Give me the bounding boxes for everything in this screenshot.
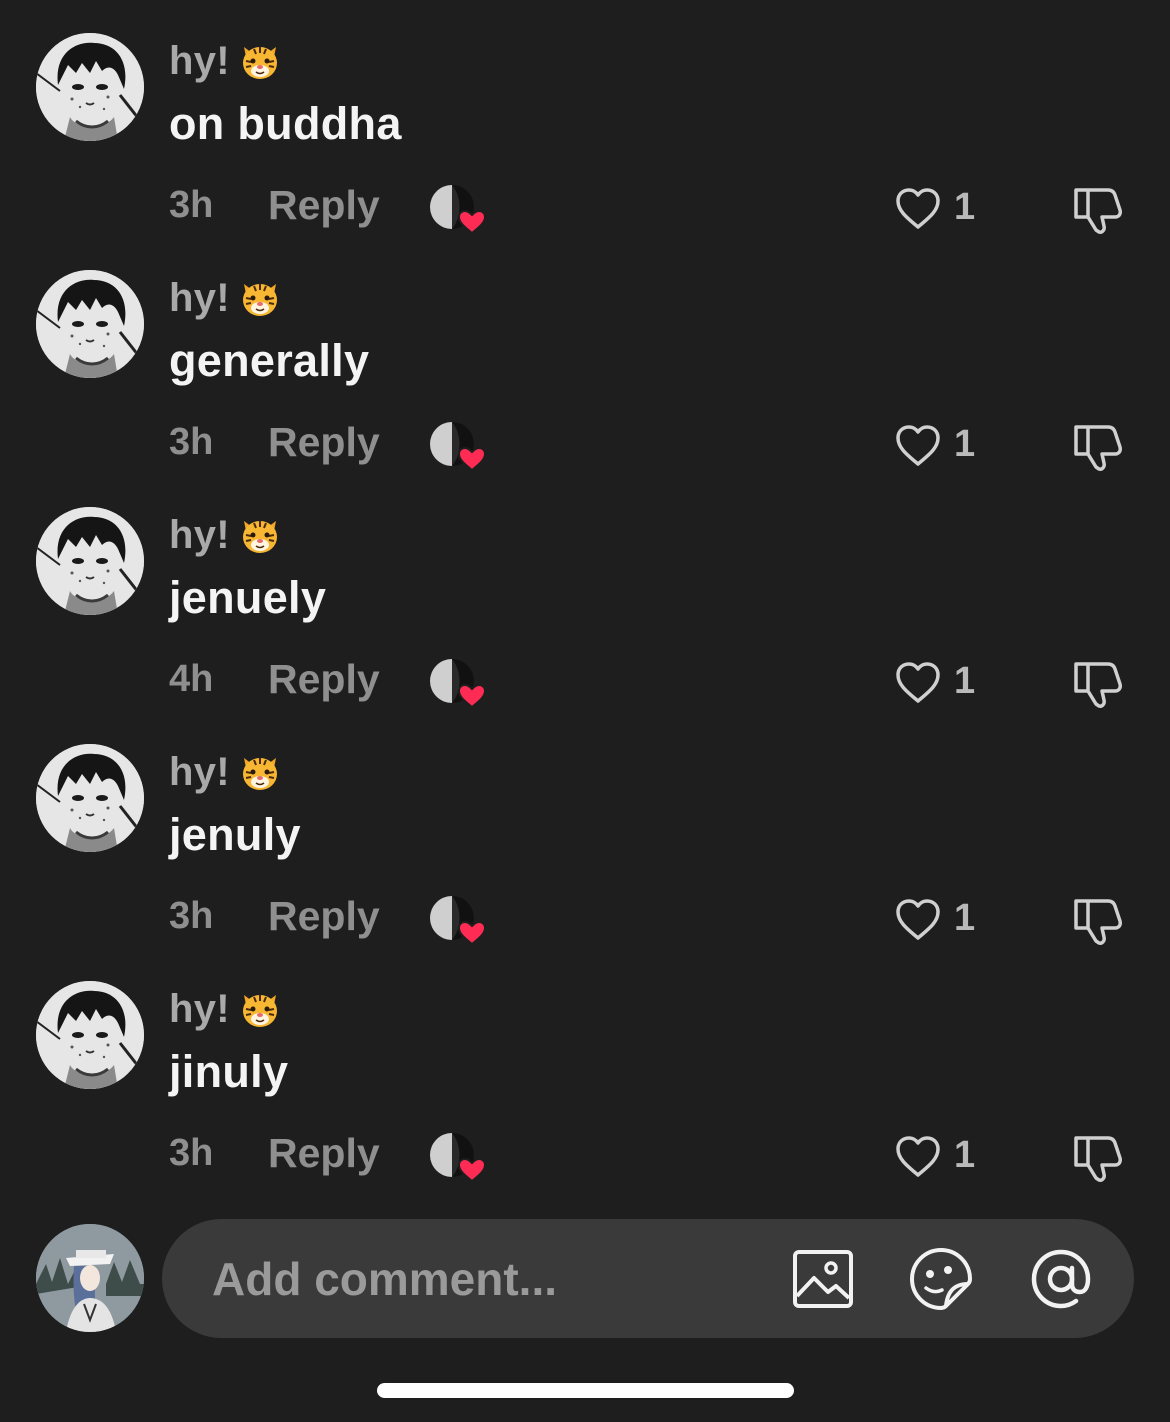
commenter-avatar[interactable] (36, 981, 144, 1089)
comment-composer (162, 1219, 1134, 1338)
username[interactable]: hy! (169, 987, 230, 1032)
image-icon[interactable] (790, 1246, 856, 1312)
dislike-button[interactable] (1068, 417, 1126, 475)
like-count: 1 (954, 423, 976, 465)
username-row: hy! (169, 984, 282, 1034)
commenter-avatar[interactable] (36, 507, 144, 615)
commenter-avatar[interactable] (36, 33, 144, 141)
add-comment-input[interactable] (212, 1219, 772, 1338)
username[interactable]: hy! (169, 276, 230, 321)
heart-outline-icon (896, 188, 940, 229)
like-count: 1 (954, 660, 976, 702)
tiger-face-icon (238, 513, 282, 557)
like-button[interactable] (890, 891, 946, 947)
comment-text: jinuly (169, 1046, 289, 1097)
reply-button[interactable]: Reply (268, 1130, 380, 1177)
username[interactable]: hy! (169, 513, 230, 558)
creator-liked-heart-icon (428, 657, 490, 709)
heart-outline-icon (896, 1136, 940, 1177)
username-row: hy! (169, 36, 282, 86)
creator-liked-heart-icon (428, 420, 490, 472)
comment-timestamp: 3h (169, 421, 214, 463)
creator-liked-heart-icon (428, 1131, 490, 1183)
comment-timestamp: 3h (169, 184, 214, 226)
dislike-button[interactable] (1068, 1128, 1126, 1186)
comment-timestamp: 4h (169, 658, 214, 700)
dislike-button[interactable] (1068, 654, 1126, 712)
like-count: 1 (954, 186, 976, 228)
tiger-face-icon (238, 750, 282, 794)
reply-button[interactable]: Reply (268, 893, 380, 940)
current-user-avatar[interactable] (36, 1224, 144, 1332)
thumbs-down-icon (1074, 662, 1122, 708)
tiger-face-icon (238, 276, 282, 320)
like-count: 1 (954, 897, 976, 939)
commenter-avatar[interactable] (36, 744, 144, 852)
like-button[interactable] (890, 654, 946, 710)
thumbs-down-icon (1074, 425, 1122, 471)
creator-liked-heart-icon (428, 183, 490, 235)
creator-liked-heart-icon (428, 894, 490, 946)
comment-text: on buddha (169, 98, 402, 149)
thumbs-down-icon (1074, 188, 1122, 234)
thumbs-down-icon (1074, 899, 1122, 945)
username-row: hy! (169, 273, 282, 323)
username[interactable]: hy! (169, 750, 230, 795)
comment-timestamp: 3h (169, 895, 214, 937)
comment-timestamp: 3h (169, 1132, 214, 1174)
reply-button[interactable]: Reply (268, 656, 380, 703)
thumbs-down-icon (1074, 1136, 1122, 1182)
like-button[interactable] (890, 1128, 946, 1184)
comment-text: generally (169, 335, 370, 386)
heart-outline-icon (896, 425, 940, 466)
comment-item: hy! on buddha 3h Reply 1 (0, 0, 1170, 237)
sticker-icon[interactable] (908, 1246, 974, 1312)
comment-text: jenuly (169, 809, 301, 860)
heart-outline-icon (896, 662, 940, 703)
like-count: 1 (954, 1134, 976, 1176)
comment-item: hy! jinuly 3h Reply 1 (0, 948, 1170, 1185)
dislike-button[interactable] (1068, 180, 1126, 238)
mention-icon[interactable] (1028, 1246, 1094, 1312)
reply-button[interactable]: Reply (268, 182, 380, 229)
tiger-face-icon (238, 39, 282, 83)
comment-item: hy! jenuly 3h Reply 1 (0, 711, 1170, 948)
home-indicator[interactable] (377, 1383, 794, 1398)
username[interactable]: hy! (169, 39, 230, 84)
tiger-face-icon (238, 987, 282, 1031)
like-button[interactable] (890, 417, 946, 473)
comment-text: jenuely (169, 572, 327, 623)
commenter-avatar[interactable] (36, 270, 144, 378)
heart-outline-icon (896, 899, 940, 940)
comment-item: hy! jenuely 4h Reply 1 (0, 474, 1170, 711)
comment-item: hy! generally 3h Reply 1 (0, 237, 1170, 474)
reply-button[interactable]: Reply (268, 419, 380, 466)
like-button[interactable] (890, 180, 946, 236)
username-row: hy! (169, 747, 282, 797)
dislike-button[interactable] (1068, 891, 1126, 949)
username-row: hy! (169, 510, 282, 560)
